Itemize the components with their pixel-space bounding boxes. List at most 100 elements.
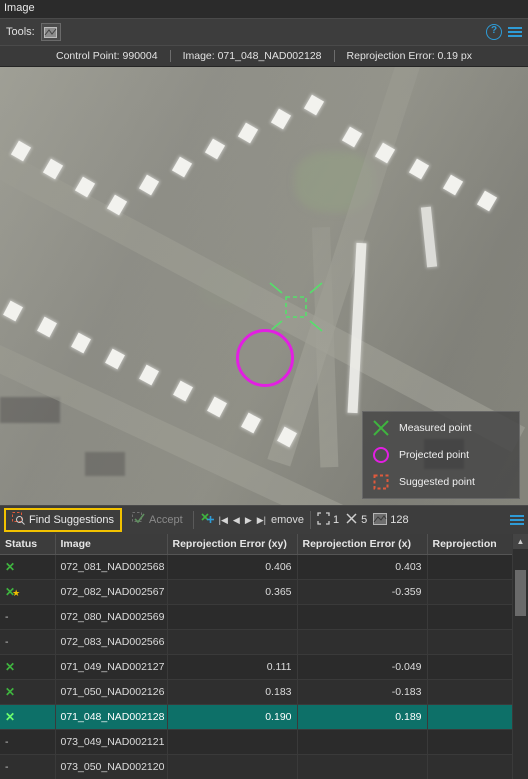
column-reproj-x[interactable]: Reprojection Error (x)	[297, 534, 428, 555]
image-count: 128	[373, 512, 409, 528]
cell-reproj	[427, 604, 514, 630]
cell-image: 071_050_NAD002126	[55, 679, 168, 705]
cell-reproj	[427, 554, 514, 580]
column-reproj-xy[interactable]: Reprojection Error (xy)	[167, 534, 298, 555]
accept-button[interactable]: Accept	[128, 512, 187, 528]
cell-reproj-x: -0.183	[297, 679, 428, 705]
cell-image: 072_083_NAD002566	[55, 629, 168, 655]
table-scrollbar[interactable]: ▲	[512, 534, 528, 779]
cell-reproj-xy	[167, 629, 298, 655]
cell-reproj	[427, 654, 514, 680]
column-reproj[interactable]: Reprojection	[427, 534, 514, 555]
control-point-count: 1	[317, 512, 339, 528]
cell-reproj	[427, 579, 514, 605]
cell-status: ✕	[0, 704, 56, 730]
table-row[interactable]: - 072_083_NAD002566	[0, 629, 514, 655]
table-header-row: Status Image Reprojection Error (xy) Rep…	[0, 534, 514, 555]
cell-image: 072_082_NAD002567	[55, 579, 168, 605]
column-image[interactable]: Image	[55, 534, 168, 555]
nav-last-button[interactable]: ▶|	[257, 515, 266, 526]
table-row[interactable]: ✕ 071_050_NAD002126 0.183 -0.183	[0, 679, 514, 705]
table-options-icon[interactable]	[510, 513, 524, 527]
table-row[interactable]: - 073_050_NAD002120	[0, 754, 514, 779]
cell-status: -	[0, 754, 56, 779]
cell-status: -	[0, 729, 56, 755]
accept-icon	[132, 512, 145, 528]
cell-image: 072_081_NAD002568	[55, 554, 168, 580]
cell-reproj	[427, 704, 514, 730]
action-bar: Find Suggestions Accept |◀ ◀ ▶ ▶| emove …	[0, 505, 528, 534]
nav-next-button[interactable]: ▶	[245, 515, 252, 526]
list-options-icon[interactable]	[508, 25, 522, 39]
cell-status: -	[0, 604, 56, 630]
cell-image: 073_049_NAD002121	[55, 729, 168, 755]
projected-point-marker	[236, 329, 294, 387]
add-point-icon[interactable]	[200, 512, 214, 528]
measurements-table: Status Image Reprojection Error (xy) Rep…	[0, 534, 528, 779]
legend-label-suggested: Suggested point	[399, 476, 475, 488]
cell-reproj-xy: 0.365	[167, 579, 298, 605]
cell-status: ✕★	[0, 579, 56, 605]
control-point-count-icon	[317, 512, 330, 528]
cell-reproj-xy: 0.111	[167, 654, 298, 680]
nav-first-button[interactable]: |◀	[219, 515, 228, 526]
suggested-point-marker	[266, 281, 326, 333]
cell-reproj-xy	[167, 754, 298, 779]
nav-prev-button[interactable]: ◀	[233, 515, 240, 526]
point-navigation-group: |◀ ◀ ▶ ▶| emove	[200, 512, 304, 528]
table-row[interactable]: - 073_049_NAD002121	[0, 729, 514, 755]
cell-reproj-x: 0.403	[297, 554, 428, 580]
shadow-patch	[0, 397, 60, 423]
table-row[interactable]: - 072_080_NAD002569	[0, 604, 514, 630]
control-point-label: Control Point: 990004	[55, 50, 158, 62]
measured-point-icon	[371, 418, 391, 438]
suggested-point-icon	[371, 472, 391, 492]
action-separator-2	[310, 511, 312, 529]
cell-reproj	[427, 679, 514, 705]
scroll-thumb[interactable]	[515, 570, 526, 616]
help-icon[interactable]: ?	[486, 24, 502, 40]
table-row[interactable]: ✕★ 072_082_NAD002567 0.365 -0.359	[0, 579, 514, 605]
image-viewport[interactable]: Measured point Projected point Suggested…	[0, 67, 528, 505]
find-suggestions-button[interactable]: Find Suggestions	[4, 508, 122, 532]
table-row[interactable]: ✕ 071_049_NAD002127 0.111 -0.049	[0, 654, 514, 680]
measured-count: 5	[345, 512, 367, 528]
cell-reproj-x	[297, 754, 428, 779]
shadow-patch	[85, 452, 125, 476]
cell-reproj	[427, 629, 514, 655]
table-row-selected[interactable]: ✕ 071_048_NAD002128 0.190 0.189	[0, 704, 514, 730]
legend-item-projected: Projected point	[371, 445, 511, 465]
cell-reproj	[427, 754, 514, 779]
cell-reproj-x	[297, 629, 428, 655]
legend-label-measured: Measured point	[399, 422, 472, 434]
reprojection-error-label: Reprojection Error: 0.19 px	[346, 50, 472, 62]
image-measurement-window: Image Tools: ? Control Point: 990004 Ima…	[0, 0, 528, 779]
column-status[interactable]: Status	[0, 534, 56, 555]
control-point-count-value: 1	[333, 514, 340, 526]
cell-image: 071_048_NAD002128	[55, 704, 168, 730]
tools-bar: Tools: ?	[0, 18, 528, 45]
window-titlebar: Image	[0, 0, 528, 18]
cell-reproj	[427, 729, 514, 755]
cell-reproj-xy	[167, 604, 298, 630]
action-separator-1	[192, 511, 194, 529]
image-name-label: Image: 071_048_NAD002128	[182, 50, 322, 62]
legend-panel: Measured point Projected point Suggested…	[362, 411, 520, 499]
cell-reproj-x: -0.049	[297, 654, 428, 680]
cell-status: ✕	[0, 654, 56, 680]
scroll-up-button[interactable]: ▲	[513, 534, 528, 549]
remove-label[interactable]: emove	[271, 514, 304, 526]
measure-tool-icon[interactable]	[40, 23, 61, 41]
cell-image: 073_050_NAD002120	[55, 754, 168, 779]
cell-reproj-x	[297, 729, 428, 755]
legend-item-measured: Measured point	[371, 418, 511, 438]
info-strip: Control Point: 990004 Image: 071_048_NAD…	[0, 45, 528, 67]
table-row[interactable]: ✕ 072_081_NAD002568 0.406 0.403	[0, 554, 514, 580]
measured-count-value: 5	[361, 514, 368, 526]
accept-label: Accept	[149, 514, 183, 526]
cell-reproj-xy: 0.406	[167, 554, 298, 580]
tools-label: Tools:	[6, 26, 35, 38]
cell-reproj-x: -0.359	[297, 579, 428, 605]
cell-image: 071_049_NAD002127	[55, 654, 168, 680]
window-title: Image	[4, 2, 35, 14]
